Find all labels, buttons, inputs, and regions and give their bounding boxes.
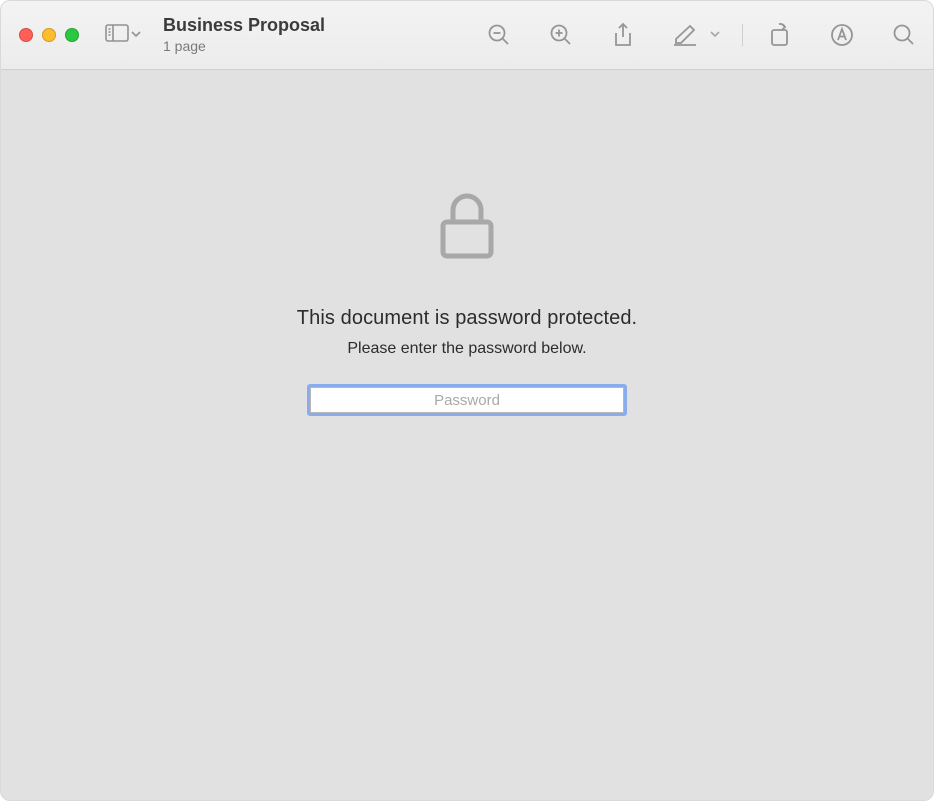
search-button[interactable] xyxy=(889,20,919,50)
lock-icon xyxy=(439,192,495,265)
share-button[interactable] xyxy=(608,20,638,50)
close-window-button[interactable] xyxy=(19,28,33,42)
highlight-button[interactable] xyxy=(670,20,700,50)
minimize-window-button[interactable] xyxy=(42,28,56,42)
document-title: Business Proposal xyxy=(163,15,484,37)
search-icon xyxy=(892,23,916,47)
zoom-out-button[interactable] xyxy=(484,20,514,50)
password-input[interactable] xyxy=(310,387,624,413)
content-area: This document is password protected. Ple… xyxy=(1,70,933,800)
zoom-out-icon xyxy=(487,23,511,47)
sidebar-toggle-button[interactable] xyxy=(105,24,141,47)
toolbar xyxy=(484,20,919,50)
preview-window: Business Proposal 1 page xyxy=(0,0,934,801)
markup-button[interactable] xyxy=(827,20,857,50)
zoom-in-button[interactable] xyxy=(546,20,576,50)
rotate-button[interactable] xyxy=(765,20,795,50)
sidebar-icon xyxy=(105,24,129,47)
window-controls xyxy=(19,28,79,42)
highlight-menu-chevron[interactable] xyxy=(710,26,720,44)
highlight-icon xyxy=(672,24,698,46)
protected-heading: This document is password protected. xyxy=(297,307,637,330)
fullscreen-window-button[interactable] xyxy=(65,28,79,42)
toolbar-separator xyxy=(742,24,743,46)
markup-icon xyxy=(830,23,854,47)
rotate-icon xyxy=(768,22,792,48)
document-subtitle: 1 page xyxy=(163,38,484,55)
chevron-down-icon xyxy=(131,26,141,44)
password-field-focus-ring xyxy=(307,384,627,416)
share-icon xyxy=(612,22,634,48)
zoom-in-icon xyxy=(549,23,573,47)
protected-subheading: Please enter the password below. xyxy=(347,340,586,358)
titlebar: Business Proposal 1 page xyxy=(1,1,933,70)
document-title-block[interactable]: Business Proposal 1 page xyxy=(163,15,484,54)
